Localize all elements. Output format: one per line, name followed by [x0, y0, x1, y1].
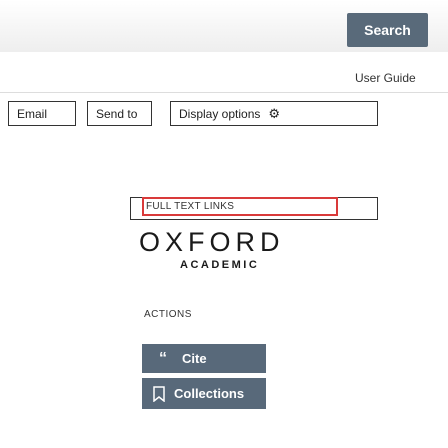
send-to-button[interactable]: Send to — [87, 101, 152, 126]
search-button[interactable]: Search — [347, 13, 428, 47]
send-to-button-label: Send to — [96, 106, 138, 121]
quote-icon: “ — [159, 349, 167, 367]
display-options-label: Display options — [179, 106, 261, 121]
publisher-logo-oxford[interactable]: OXFORD — [139, 227, 285, 258]
cite-button[interactable]: “ Cite — [142, 344, 266, 373]
full-text-links-button[interactable]: FULL TEXT LINKS — [142, 197, 338, 216]
gear-icon: ⚙ — [268, 105, 281, 121]
cite-label: Cite — [182, 351, 207, 366]
bookmark-icon — [153, 385, 165, 402]
full-text-links-label: FULL TEXT LINKS — [146, 201, 235, 212]
user-guide-link[interactable]: User Guide — [355, 71, 416, 85]
display-options-button[interactable]: Display options ⚙ — [170, 101, 378, 126]
publisher-logo-academic: ACADEMIC — [180, 259, 260, 271]
email-button-label: Email — [17, 106, 48, 121]
collections-label: Collections — [174, 386, 245, 401]
email-button[interactable]: Email — [8, 101, 76, 126]
collections-button[interactable]: Collections — [142, 378, 266, 409]
actions-heading: ACTIONS — [144, 309, 192, 320]
divider — [0, 92, 448, 93]
top-bar: Search — [0, 0, 448, 52]
